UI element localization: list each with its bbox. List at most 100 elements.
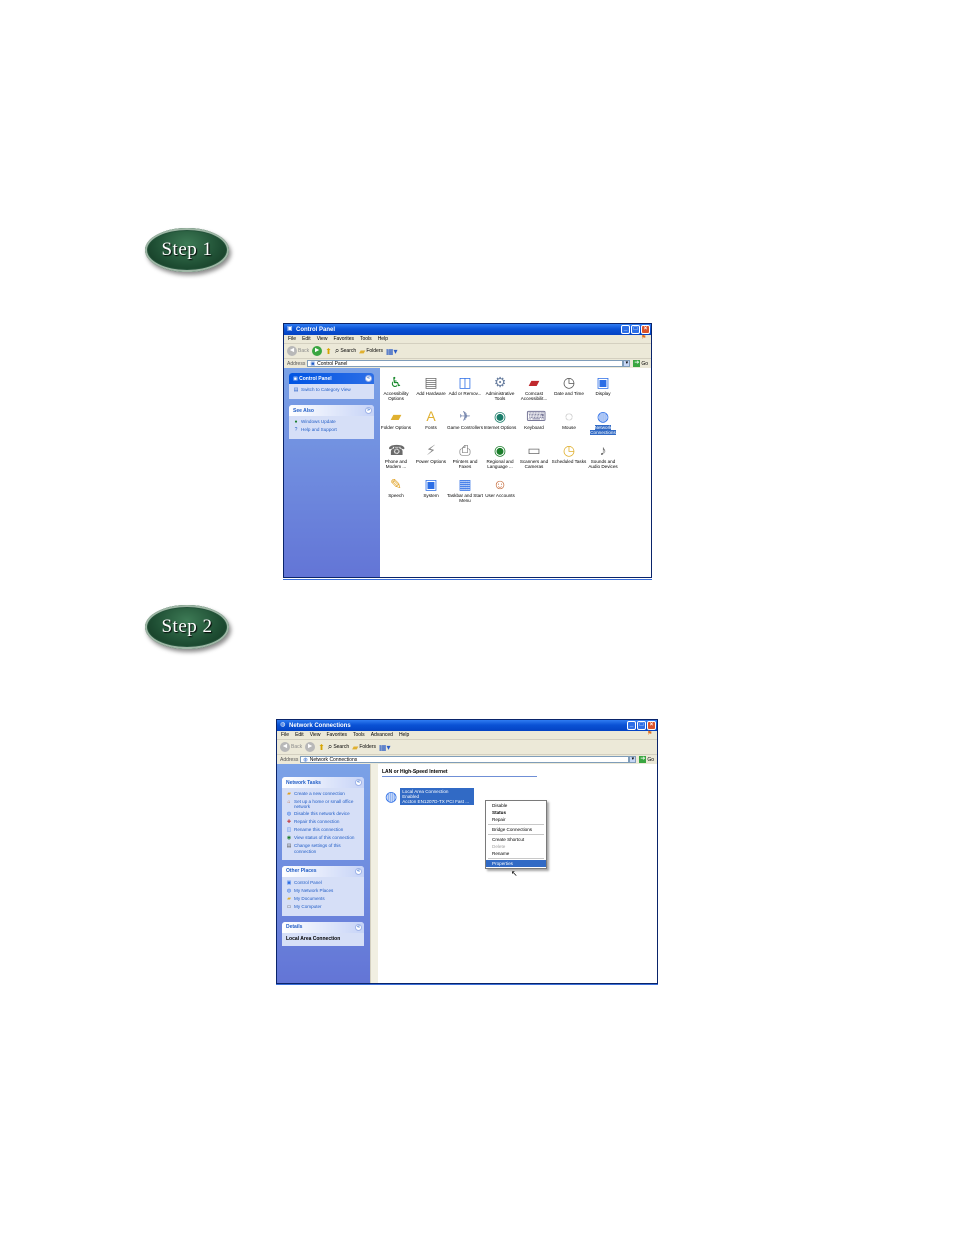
go-button[interactable]: ➔ Go xyxy=(639,756,654,763)
cp-item-accessibility[interactable]: ♿ Accessibility Options xyxy=(378,374,414,401)
cp-item-add-remove-programs[interactable]: ◫ Add or Remov... xyxy=(447,374,483,396)
address-field[interactable]: ▣ Control Panel xyxy=(307,360,624,367)
collapse-chevron-icon[interactable]: « xyxy=(355,923,362,931)
cp-item-add-hardware[interactable]: ▤ Add Hardware xyxy=(413,374,449,396)
context-rename[interactable]: Rename xyxy=(486,850,546,857)
cp-item-speech[interactable]: ✎ Speech xyxy=(378,476,414,498)
cp-item-printers-faxes[interactable]: ⎙ Printers and Faxes xyxy=(447,442,483,469)
cp-item-display[interactable]: ▣ Display xyxy=(585,374,621,396)
my-computer-link[interactable]: ▭ My Computer xyxy=(286,904,361,910)
go-button[interactable]: ➔ Go xyxy=(633,360,648,367)
maximize-button[interactable]: □ xyxy=(631,325,640,334)
context-status[interactable]: Status xyxy=(486,809,546,816)
cp-item-mouse[interactable]: ◌ Mouse xyxy=(551,408,587,430)
context-properties[interactable]: Properties xyxy=(486,860,546,867)
see-also-header[interactable]: See Also » xyxy=(289,405,374,416)
cp-item-network-connections[interactable]: ◍ Network Connections xyxy=(585,408,621,435)
menu-edit[interactable]: Edit xyxy=(295,732,304,738)
control-panel-titlebar[interactable]: ▣ Control Panel _ □ × xyxy=(284,324,651,335)
cp-item-system[interactable]: ▣ System xyxy=(413,476,449,498)
task-pane-scrollbar[interactable] xyxy=(370,764,378,983)
views-button[interactable]: ▦▾ xyxy=(386,347,398,356)
collapse-chevron-icon[interactable]: « xyxy=(365,375,372,382)
menu-favorites[interactable]: Favorites xyxy=(333,336,354,342)
rename-connection-link[interactable]: ◫ Rename this connection xyxy=(286,827,361,833)
cp-item-comcast-accessibility[interactable]: ▰ Comcast Accessibilit... xyxy=(516,374,552,401)
control-panel-link[interactable]: ▣ Control Panel xyxy=(286,880,361,886)
windows-update-link[interactable]: ● Windows Update xyxy=(293,419,371,425)
cp-label: Regional and Language ... xyxy=(486,459,514,469)
back-button[interactable]: ◄ Back xyxy=(287,346,309,356)
menu-help[interactable]: Help xyxy=(378,336,388,342)
change-settings-link[interactable]: ▤ Change settings of this connection xyxy=(286,843,361,853)
address-dropdown[interactable]: ▾ xyxy=(623,360,631,367)
network-connections-titlebar[interactable]: ◍ Network Connections _ □ × xyxy=(277,720,657,731)
help-icon: ? xyxy=(294,427,298,433)
forward-button[interactable]: ► xyxy=(312,346,323,356)
context-create-shortcut[interactable]: Create Shortcut xyxy=(486,836,546,843)
menu-file[interactable]: File xyxy=(288,336,296,342)
switch-to-category-view-link[interactable]: ▤ Switch to Category View xyxy=(293,387,371,393)
my-documents-link[interactable]: ▰ My Documents xyxy=(286,896,361,902)
menu-view[interactable]: View xyxy=(310,732,321,738)
menu-favorites[interactable]: Favorites xyxy=(326,732,347,738)
menu-tools[interactable]: Tools xyxy=(353,732,365,738)
folders-button[interactable]: ▰ Folders xyxy=(359,347,383,356)
maximize-button[interactable]: □ xyxy=(637,721,646,730)
cp-item-phone-modem[interactable]: ☎ Phone and Modem ... xyxy=(378,442,414,469)
control-panel-panel-header[interactable]: ▣ Control Panel « xyxy=(289,373,374,384)
minimize-button[interactable]: _ xyxy=(627,721,636,730)
help-and-support-link[interactable]: ? Help and Support xyxy=(293,427,371,433)
views-button[interactable]: ▦▾ xyxy=(379,743,391,752)
cp-item-scanners-cameras[interactable]: ▭ Scanners and Cameras xyxy=(516,442,552,469)
menu-tools[interactable]: Tools xyxy=(360,336,372,342)
create-new-connection-link[interactable]: ▰ Create a new connection xyxy=(286,791,361,797)
context-bridge-connections[interactable]: Bridge Connections xyxy=(486,826,546,833)
help-label: Help and Support xyxy=(301,427,337,432)
address-field[interactable]: ◍ Network Connections xyxy=(300,756,630,763)
cp-item-internet-options[interactable]: ◉ Internet Options xyxy=(482,408,518,430)
context-repair[interactable]: Repair xyxy=(486,816,546,823)
cp-item-user-accounts[interactable]: ☺ User Accounts xyxy=(482,476,518,498)
up-folder-icon[interactable]: ⬆ xyxy=(318,743,325,752)
forward-button[interactable]: ► xyxy=(305,742,316,752)
disable-network-device-link[interactable]: ◍ Disable this network device xyxy=(286,811,361,817)
cp-item-administrative-tools[interactable]: ⚙ Administrative Tools xyxy=(482,374,518,401)
network-tasks-header[interactable]: Network Tasks « xyxy=(282,777,364,788)
menu-view[interactable]: View xyxy=(317,336,328,342)
up-folder-icon[interactable]: ⬆ xyxy=(325,347,332,356)
other-places-header[interactable]: Other Places « xyxy=(282,865,364,877)
minimize-button[interactable]: _ xyxy=(621,325,630,334)
cp-item-date-time[interactable]: ◷ Date and Time xyxy=(551,374,587,396)
cp-item-game-controllers[interactable]: ✈ Game Controllers xyxy=(447,408,483,430)
cp-item-regional-language[interactable]: ◉ Regional and Language ... xyxy=(482,442,518,469)
folders-button[interactable]: ▰ Folders xyxy=(352,743,376,752)
collapse-chevron-icon[interactable]: « xyxy=(355,867,362,875)
view-status-link[interactable]: ◉ View status of this connection xyxy=(286,835,361,841)
search-button[interactable]: ⌕ Search xyxy=(328,742,349,752)
my-network-places-link[interactable]: ◍ My Network Places xyxy=(286,888,361,894)
context-disable[interactable]: Disable xyxy=(486,802,546,809)
cp-item-sounds-audio[interactable]: ♪ Sounds and Audio Devices xyxy=(585,442,621,469)
cp-item-keyboard[interactable]: ⌨ Keyboard xyxy=(516,408,552,430)
collapse-chevron-icon[interactable]: « xyxy=(355,779,362,786)
menu-advanced[interactable]: Advanced xyxy=(371,732,393,738)
menu-edit[interactable]: Edit xyxy=(302,336,311,342)
close-button[interactable]: × xyxy=(641,325,650,334)
cp-item-scheduled-tasks[interactable]: ◷ Scheduled Tasks xyxy=(551,442,587,464)
menu-file[interactable]: File xyxy=(281,732,289,738)
cp-item-folder-options[interactable]: ▰ Folder Options xyxy=(378,408,414,430)
menu-help[interactable]: Help xyxy=(399,732,409,738)
back-button[interactable]: ◄ Back xyxy=(280,742,302,752)
cp-item-taskbar-start-menu[interactable]: ▦ Taskbar and Start Menu xyxy=(447,476,483,503)
repair-connection-link[interactable]: ✚ Repair this connection xyxy=(286,819,361,825)
collapse-chevron-icon[interactable]: » xyxy=(365,407,372,414)
close-button[interactable]: × xyxy=(647,721,656,730)
set-up-home-network-link[interactable]: ⌂ Set up a home or small office network xyxy=(286,799,361,809)
details-header[interactable]: Details « xyxy=(282,921,364,933)
cp-item-fonts[interactable]: A Fonts xyxy=(413,408,449,430)
address-dropdown[interactable]: ▾ xyxy=(629,756,637,763)
search-button[interactable]: ⌕ Search xyxy=(335,346,356,356)
cp-item-power-options[interactable]: ⚡ Power Options xyxy=(413,442,449,464)
local-area-connection-item[interactable]: ◍ Local Area Connection Enabled Accton E… xyxy=(385,788,475,805)
